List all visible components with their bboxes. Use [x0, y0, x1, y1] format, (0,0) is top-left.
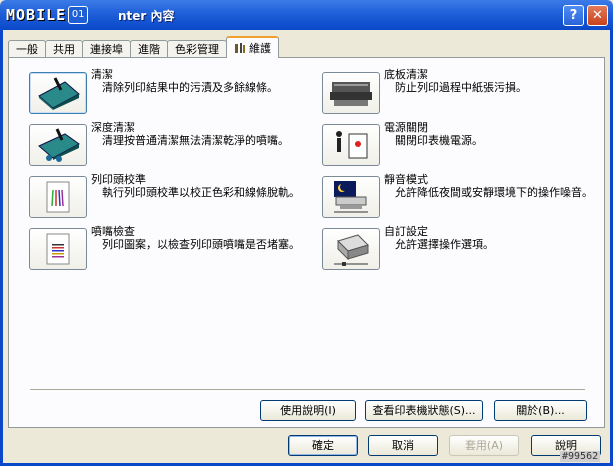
panel-divider: [30, 389, 585, 390]
power-off-button[interactable]: [322, 124, 380, 166]
title-bar: MOBILE 01 nter 內容 ? ✕: [0, 0, 613, 30]
bottom-plate-cleaning-desc: 防止列印過程中紙張污損。: [395, 81, 527, 94]
close-button[interactable]: ✕: [587, 5, 608, 26]
nozzle-check-desc: 列印圖案，以檢查列印頭噴嘴是否堵塞。: [102, 238, 300, 251]
window-title: nter 內容: [118, 9, 175, 23]
quiet-mode-button[interactable]: [322, 176, 380, 218]
deep-cleaning-button[interactable]: [29, 124, 87, 166]
print-head-alignment-icon: [46, 181, 70, 213]
ok-button[interactable]: 確定: [288, 435, 358, 456]
tab-maintenance-label: 維護: [249, 41, 271, 55]
power-off-icon: [336, 131, 368, 159]
watermark: #99562: [560, 451, 601, 462]
help-title-button[interactable]: ?: [563, 5, 584, 26]
tab-sharing[interactable]: 共用: [45, 40, 83, 58]
nozzle-check-button[interactable]: [29, 228, 87, 270]
power-off-desc: 關閉印表機電源。: [395, 134, 483, 147]
nozzle-check-icon: [46, 233, 70, 265]
cancel-button[interactable]: 取消: [368, 435, 438, 456]
tab-strip: 一般 共用 連接埠 進階 色彩管理 維護: [8, 36, 279, 58]
custom-settings-icon: [334, 234, 369, 266]
usage-help-button[interactable]: 使用說明(I): [260, 400, 356, 421]
nozzle-check-title: 噴嘴檢查: [91, 225, 135, 238]
deep-cleaning-desc: 清理按普通清潔無法清潔乾淨的噴嘴。: [102, 134, 289, 147]
maintenance-tools-icon: [235, 43, 245, 53]
quiet-mode-desc: 允許降低夜間或安靜環境下的操作噪音。: [395, 186, 593, 199]
view-printer-status-button[interactable]: 查看印表機狀態(S)...: [365, 400, 483, 421]
custom-settings-desc: 允許選擇操作選項。: [395, 238, 494, 251]
custom-settings-button[interactable]: [322, 228, 380, 270]
cleaning-button[interactable]: [29, 72, 87, 114]
print-head-alignment-title: 列印頭校準: [91, 173, 146, 186]
custom-settings-title: 自訂設定: [384, 225, 428, 238]
logo-text: MOBILE: [6, 6, 67, 24]
cleaning-icon: [38, 77, 80, 110]
about-button[interactable]: 關於(B)...: [494, 400, 587, 421]
tab-color-management[interactable]: 色彩管理: [167, 40, 227, 58]
tab-general[interactable]: 一般: [8, 40, 46, 58]
deep-cleaning-icon: [38, 128, 80, 162]
tab-advanced[interactable]: 進階: [130, 40, 168, 58]
bottom-plate-cleaning-title: 底板清潔: [384, 68, 428, 81]
cleaning-title: 清潔: [91, 68, 113, 81]
print-head-alignment-button[interactable]: [29, 176, 87, 218]
bottom-plate-cleaning-icon: [330, 82, 372, 106]
site-logo: MOBILE 01: [6, 6, 89, 24]
quiet-mode-title: 靜音模式: [384, 173, 428, 186]
quiet-mode-icon: [334, 181, 368, 213]
print-head-alignment-desc: 執行列印頭校準以校正色彩和線條脫軌。: [102, 186, 300, 199]
logo-box: 01: [68, 6, 89, 24]
bottom-plate-cleaning-button[interactable]: [322, 72, 380, 114]
tab-maintenance[interactable]: 維護: [226, 36, 279, 58]
power-off-title: 電源關閉: [384, 121, 428, 134]
cleaning-desc: 清除列印結果中的污漬及多餘線條。: [102, 81, 278, 94]
tab-ports[interactable]: 連接埠: [82, 40, 131, 58]
apply-button[interactable]: 套用(A): [449, 435, 519, 456]
deep-cleaning-title: 深度清潔: [91, 121, 135, 134]
